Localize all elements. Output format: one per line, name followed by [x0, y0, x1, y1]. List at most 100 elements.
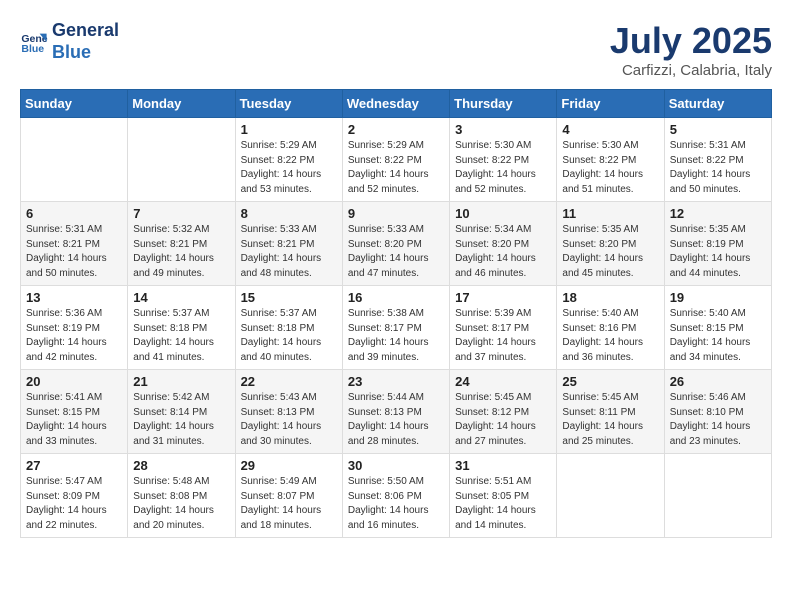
day-number: 21 [133, 374, 229, 389]
day-number: 3 [455, 122, 551, 137]
day-number: 14 [133, 290, 229, 305]
day-info: Sunrise: 5:42 AM Sunset: 8:14 PM Dayligh… [133, 391, 229, 449]
day-info: Sunrise: 5:47 AM Sunset: 8:09 PM Dayligh… [26, 475, 122, 533]
day-number: 2 [348, 122, 444, 137]
day-number: 17 [455, 290, 551, 305]
day-info: Sunrise: 5:45 AM Sunset: 8:11 PM Dayligh… [562, 391, 658, 449]
day-info: Sunrise: 5:51 AM Sunset: 8:05 PM Dayligh… [455, 475, 551, 533]
logo-text-general: General [52, 20, 119, 42]
week-row-5: 27 Sunrise: 5:47 AM Sunset: 8:09 PM Dayli… [21, 454, 772, 538]
weekday-header-sunday: Sunday [21, 90, 128, 118]
day-info: Sunrise: 5:46 AM Sunset: 8:10 PM Dayligh… [670, 391, 766, 449]
day-cell [128, 118, 235, 202]
day-info: Sunrise: 5:33 AM Sunset: 8:21 PM Dayligh… [241, 223, 337, 281]
day-cell: 9Sunrise: 5:33 AM Sunset: 8:20 PM Daylig… [342, 202, 449, 286]
day-number: 1 [241, 122, 337, 137]
day-number: 19 [670, 290, 766, 305]
day-number: 20 [26, 374, 122, 389]
day-cell: 23 Sunrise: 5:44 AM Sunset: 8:13 PM Dayli… [342, 370, 449, 454]
day-info: Sunrise: 5:49 AM Sunset: 8:07 PM Dayligh… [241, 475, 337, 533]
day-cell: 12Sunrise: 5:35 AM Sunset: 8:19 PM Dayli… [664, 202, 771, 286]
weekday-header-monday: Monday [128, 90, 235, 118]
logo-icon: General Blue [20, 28, 48, 56]
day-cell [557, 454, 664, 538]
day-number: 25 [562, 374, 658, 389]
day-number: 24 [455, 374, 551, 389]
day-info: Sunrise: 5:29 AM Sunset: 8:22 PM Dayligh… [241, 139, 337, 197]
day-number: 6 [26, 206, 122, 221]
day-number: 27 [26, 458, 122, 473]
day-cell [664, 454, 771, 538]
day-cell: 31Sunrise: 5:51 AM Sunset: 8:05 PM Dayli… [450, 454, 557, 538]
day-info: Sunrise: 5:41 AM Sunset: 8:15 PM Dayligh… [26, 391, 122, 449]
location-subtitle: Carfizzi, Calabria, Italy [610, 62, 772, 79]
day-cell: 11 Sunrise: 5:35 AM Sunset: 8:20 PM Dayli… [557, 202, 664, 286]
logo: General Blue General Blue [20, 20, 119, 63]
day-cell: 14Sunrise: 5:37 AM Sunset: 8:18 PM Dayli… [128, 286, 235, 370]
day-number: 30 [348, 458, 444, 473]
day-cell: 18Sunrise: 5:40 AM Sunset: 8:16 PM Dayli… [557, 286, 664, 370]
day-cell: 3 Sunrise: 5:30 AM Sunset: 8:22 PM Daylig… [450, 118, 557, 202]
day-cell: 22 Sunrise: 5:43 AM Sunset: 8:13 PM Dayli… [235, 370, 342, 454]
day-info: Sunrise: 5:30 AM Sunset: 8:22 PM Dayligh… [562, 139, 658, 197]
day-info: Sunrise: 5:48 AM Sunset: 8:08 PM Dayligh… [133, 475, 229, 533]
weekday-header-wednesday: Wednesday [342, 90, 449, 118]
day-cell: 30Sunrise: 5:50 AM Sunset: 8:06 PM Dayli… [342, 454, 449, 538]
day-number: 11 [562, 206, 658, 221]
day-cell: 2Sunrise: 5:29 AM Sunset: 8:22 PM Daylig… [342, 118, 449, 202]
day-info: Sunrise: 5:37 AM Sunset: 8:18 PM Dayligh… [241, 307, 337, 365]
day-info: Sunrise: 5:36 AM Sunset: 8:19 PM Dayligh… [26, 307, 122, 365]
day-info: Sunrise: 5:31 AM Sunset: 8:21 PM Dayligh… [26, 223, 122, 281]
day-info: Sunrise: 5:45 AM Sunset: 8:12 PM Dayligh… [455, 391, 551, 449]
day-info: Sunrise: 5:43 AM Sunset: 8:13 PM Dayligh… [241, 391, 337, 449]
day-number: 23 [348, 374, 444, 389]
day-info: Sunrise: 5:44 AM Sunset: 8:13 PM Dayligh… [348, 391, 444, 449]
day-info: Sunrise: 5:35 AM Sunset: 8:20 PM Dayligh… [562, 223, 658, 281]
title-block: July 2025 Carfizzi, Calabria, Italy [610, 20, 772, 79]
day-info: Sunrise: 5:33 AM Sunset: 8:20 PM Dayligh… [348, 223, 444, 281]
day-number: 4 [562, 122, 658, 137]
day-number: 26 [670, 374, 766, 389]
day-cell: 29 Sunrise: 5:49 AM Sunset: 8:07 PM Dayli… [235, 454, 342, 538]
weekday-header-tuesday: Tuesday [235, 90, 342, 118]
day-cell: 15 Sunrise: 5:37 AM Sunset: 8:18 PM Dayli… [235, 286, 342, 370]
day-info: Sunrise: 5:32 AM Sunset: 8:21 PM Dayligh… [133, 223, 229, 281]
day-cell: 1 Sunrise: 5:29 AM Sunset: 8:22 PM Daylig… [235, 118, 342, 202]
day-cell: 24 Sunrise: 5:45 AM Sunset: 8:12 PM Dayli… [450, 370, 557, 454]
day-cell [21, 118, 128, 202]
day-number: 16 [348, 290, 444, 305]
day-info: Sunrise: 5:39 AM Sunset: 8:17 PM Dayligh… [455, 307, 551, 365]
day-cell: 4 Sunrise: 5:30 AM Sunset: 8:22 PM Daylig… [557, 118, 664, 202]
day-number: 22 [241, 374, 337, 389]
day-cell: 27 Sunrise: 5:47 AM Sunset: 8:09 PM Dayli… [21, 454, 128, 538]
day-cell: 10Sunrise: 5:34 AM Sunset: 8:20 PM Dayli… [450, 202, 557, 286]
day-cell: 20 Sunrise: 5:41 AM Sunset: 8:15 PM Dayli… [21, 370, 128, 454]
day-info: Sunrise: 5:38 AM Sunset: 8:17 PM Dayligh… [348, 307, 444, 365]
day-number: 5 [670, 122, 766, 137]
weekday-header-friday: Friday [557, 90, 664, 118]
page-header: General Blue General Blue July 2025 Carf… [20, 20, 772, 79]
day-cell: 16 Sunrise: 5:38 AM Sunset: 8:17 PM Dayli… [342, 286, 449, 370]
svg-text:Blue: Blue [21, 42, 44, 54]
day-cell: 21 Sunrise: 5:42 AM Sunset: 8:14 PM Dayli… [128, 370, 235, 454]
day-number: 13 [26, 290, 122, 305]
week-row-1: 1 Sunrise: 5:29 AM Sunset: 8:22 PM Daylig… [21, 118, 772, 202]
day-cell: 8Sunrise: 5:33 AM Sunset: 8:21 PM Daylig… [235, 202, 342, 286]
day-info: Sunrise: 5:31 AM Sunset: 8:22 PM Dayligh… [670, 139, 766, 197]
day-number: 29 [241, 458, 337, 473]
weekday-header-thursday: Thursday [450, 90, 557, 118]
day-info: Sunrise: 5:35 AM Sunset: 8:19 PM Dayligh… [670, 223, 766, 281]
day-cell: 6 Sunrise: 5:31 AM Sunset: 8:21 PM Daylig… [21, 202, 128, 286]
calendar-table: SundayMondayTuesdayWednesdayThursdayFrid… [20, 89, 772, 538]
weekday-header-row: SundayMondayTuesdayWednesdayThursdayFrid… [21, 90, 772, 118]
week-row-4: 20 Sunrise: 5:41 AM Sunset: 8:15 PM Dayli… [21, 370, 772, 454]
day-info: Sunrise: 5:30 AM Sunset: 8:22 PM Dayligh… [455, 139, 551, 197]
week-row-3: 13 Sunrise: 5:36 AM Sunset: 8:19 PM Dayli… [21, 286, 772, 370]
logo-text-blue: Blue [52, 42, 119, 64]
weekday-header-saturday: Saturday [664, 90, 771, 118]
day-number: 15 [241, 290, 337, 305]
day-cell: 13 Sunrise: 5:36 AM Sunset: 8:19 PM Dayli… [21, 286, 128, 370]
day-number: 7 [133, 206, 229, 221]
day-info: Sunrise: 5:40 AM Sunset: 8:16 PM Dayligh… [562, 307, 658, 365]
week-row-2: 6 Sunrise: 5:31 AM Sunset: 8:21 PM Daylig… [21, 202, 772, 286]
